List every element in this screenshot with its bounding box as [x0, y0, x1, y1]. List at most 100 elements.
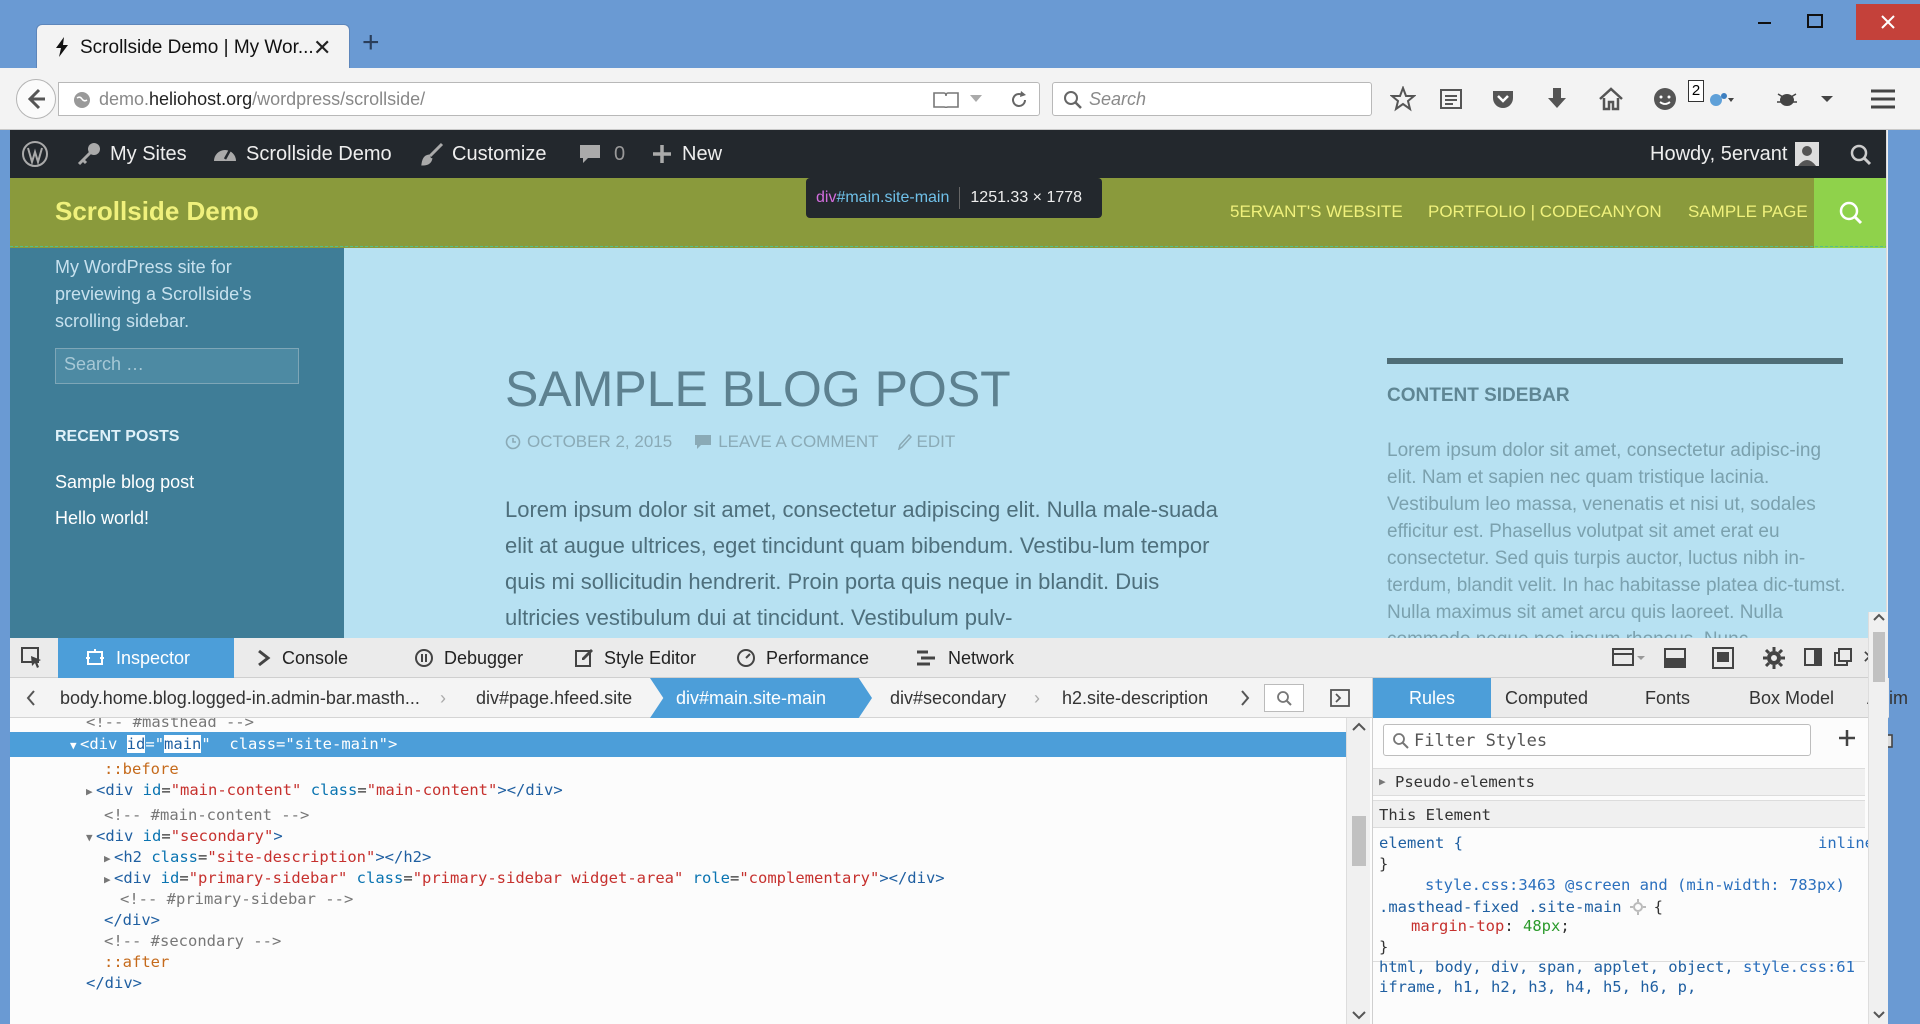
breadcrumb-item[interactable]: h2.site-description — [1062, 678, 1208, 718]
account-menu[interactable]: Howdy, 5ervant — [1650, 130, 1820, 178]
hamburger-menu-icon[interactable] — [1868, 86, 1896, 114]
tab-computed[interactable]: Computed — [1505, 678, 1588, 718]
home-icon[interactable] — [1598, 86, 1626, 114]
menu-item-5ervants-website[interactable]: 5ERVANT'S WEBSITE — [1230, 202, 1403, 222]
inline-source-link[interactable]: inline — [1818, 834, 1874, 852]
url-bar[interactable]: demo.heliohost.org/wordpress/scrollside/ — [58, 82, 1040, 116]
wordpress-logo-icon[interactable] — [20, 130, 50, 178]
filter-styles-input[interactable]: Filter Styles — [1383, 724, 1811, 756]
new-tab-icon[interactable]: + — [362, 28, 380, 58]
frame-select-icon[interactable] — [1612, 647, 1646, 669]
tab-inspector[interactable]: Inspector — [58, 638, 234, 678]
tab-debugger[interactable]: Debugger — [414, 638, 523, 678]
hello-chat-icon[interactable] — [1652, 86, 1680, 114]
new-content-menu[interactable]: New — [652, 130, 722, 178]
tab-network[interactable]: Network — [916, 638, 1014, 678]
site-name-menu[interactable]: Scrollside Demo — [212, 130, 392, 178]
next-rule-source-link[interactable]: style.css:61 — [1743, 958, 1855, 976]
downloads-icon[interactable] — [1544, 86, 1572, 114]
my-sites-menu[interactable]: My Sites — [76, 130, 187, 178]
rule-source-link[interactable]: style.css:3463 — [1425, 876, 1556, 894]
post-title[interactable]: SAMPLE BLOG POST — [505, 360, 1011, 418]
add-rule-icon[interactable] — [1837, 728, 1857, 748]
comments-link[interactable]: 0 — [578, 130, 625, 178]
leave-comment-link[interactable]: LEAVE A COMMENT — [718, 432, 878, 452]
menu-item-sample-page[interactable]: SAMPLE PAGE — [1688, 202, 1808, 222]
tab-style-editor[interactable]: Style Editor — [574, 638, 696, 678]
reader-view-icon[interactable] — [933, 91, 959, 109]
expand-twisty-icon[interactable]: ▶ — [86, 779, 96, 804]
markup-comment: <!-- #masthead --> — [86, 718, 254, 731]
sidebar-search-input[interactable]: Search … — [55, 348, 299, 384]
close-window-icon[interactable] — [1856, 4, 1920, 40]
rule-selector-line[interactable]: .masthead-fixed .site-main { — [1373, 896, 1865, 917]
maximize-icon[interactable] — [1792, 4, 1836, 40]
responsive-mode-icon[interactable] — [1712, 647, 1734, 669]
tab-style-editor-label: Style Editor — [604, 647, 697, 668]
tab-rules[interactable]: Rules — [1373, 678, 1491, 718]
page-scrollbar[interactable] — [1886, 130, 1888, 638]
site-title[interactable]: Scrollside Demo — [55, 196, 259, 227]
tab-performance[interactable]: Performance — [736, 638, 869, 678]
filter-styles-placeholder: Filter Styles — [1414, 731, 1548, 751]
post-date[interactable]: OCTOBER 2, 2015 — [527, 432, 672, 452]
markup-search-button[interactable] — [1264, 684, 1304, 712]
edit-link[interactable]: EDIT — [916, 432, 955, 452]
content-sidebar-text: Lorem ipsum dolor sit amet, consectetur … — [1387, 440, 1846, 638]
minimize-icon[interactable] — [1742, 4, 1786, 40]
rule-value[interactable]: 48px — [1523, 917, 1560, 935]
tab-console[interactable]: Console — [256, 638, 348, 678]
toolbar-dropdown-icon[interactable] — [1814, 86, 1842, 114]
dock-side-icon[interactable] — [1804, 648, 1822, 666]
next-rule-selector[interactable]: html, body, div, span, applet, object, s… — [1373, 958, 1865, 976]
undock-icon[interactable] — [1834, 648, 1852, 666]
customize-link[interactable]: Customize — [420, 130, 546, 178]
breadcrumb-item-selected[interactable]: div#main.site-main — [650, 678, 872, 718]
firebug-icon[interactable] — [1774, 86, 1802, 114]
bookmark-star-icon[interactable] — [1390, 86, 1418, 114]
element-rule[interactable]: element {inline — [1373, 834, 1874, 852]
close-tab-icon[interactable]: ✕ — [313, 35, 331, 61]
network-icon — [916, 649, 936, 667]
extension-icon[interactable] — [1706, 86, 1734, 114]
bookmarks-menu-icon[interactable] — [1438, 86, 1466, 114]
breadcrumb-scroll-left-icon[interactable] — [24, 678, 38, 718]
breadcrumb-scroll-right-icon[interactable] — [1238, 678, 1252, 718]
pocket-icon[interactable] — [1490, 86, 1518, 114]
breadcrumb-item[interactable]: div#page.hfeed.site — [476, 678, 632, 718]
split-console-icon[interactable] — [1664, 647, 1686, 669]
collapse-twisty-icon[interactable]: ▼ — [70, 733, 80, 758]
reload-icon[interactable] — [1009, 90, 1029, 110]
menu-item-portfolio[interactable]: PORTFOLIO | CODECANYON — [1428, 202, 1662, 222]
breadcrumb-item[interactable]: body.home.blog.logged-in.admin-bar.masth… — [60, 678, 420, 718]
admin-search-icon[interactable] — [1850, 130, 1872, 178]
site-search-toggle[interactable] — [1814, 178, 1888, 248]
search-bar[interactable]: Search — [1052, 82, 1372, 116]
markup-node-selected[interactable]: ▼ <div id="main" class="site-main"> — [10, 732, 1350, 757]
rule-property[interactable]: margin-top — [1411, 917, 1504, 935]
tab-title: Scrollside Demo | My Wor... — [80, 37, 314, 58]
rules-scrollbar[interactable] — [1868, 612, 1888, 1024]
recent-post-link[interactable]: Sample blog post — [55, 472, 194, 493]
element-picker-icon[interactable] — [20, 646, 44, 670]
recent-post-link[interactable]: Hello world! — [55, 508, 149, 529]
key-icon — [76, 141, 102, 167]
markup-close-tag[interactable]: </div> — [10, 971, 1350, 996]
markup-node-main-content[interactable]: ▶ <div id="main-content" class="main-cont… — [10, 778, 1350, 803]
breadcrumb: body.home.blog.logged-in.admin-bar.masth… — [10, 678, 1380, 718]
rule-declaration[interactable]: margin-top: 48px; — [1373, 917, 1865, 935]
back-button[interactable] — [16, 79, 56, 119]
tab-box-model[interactable]: Box Model — [1749, 678, 1834, 718]
pseudo-elements-header[interactable]: ▶ Pseudo-elements — [1373, 768, 1865, 796]
history-dropdown-icon[interactable] — [969, 94, 983, 104]
selector-highlight-icon[interactable] — [1629, 898, 1646, 915]
breadcrumb-item[interactable]: div#secondary — [890, 678, 1006, 718]
toggle-sidebar-icon[interactable] — [1330, 688, 1350, 708]
expand-twisty-icon[interactable]: ▶ — [1379, 768, 1389, 796]
url-text[interactable]: demo.heliohost.org/wordpress/scrollside/ — [99, 89, 425, 110]
rule-source[interactable]: style.css:3463 @screen and (min-width: 7… — [1373, 876, 1865, 894]
browser-tab[interactable]: Scrollside Demo | My Wor... ✕ — [36, 24, 350, 68]
settings-gear-icon[interactable] — [1762, 646, 1786, 670]
tab-fonts[interactable]: Fonts — [1645, 678, 1690, 718]
markup-scrollbar[interactable] — [1346, 718, 1370, 1024]
